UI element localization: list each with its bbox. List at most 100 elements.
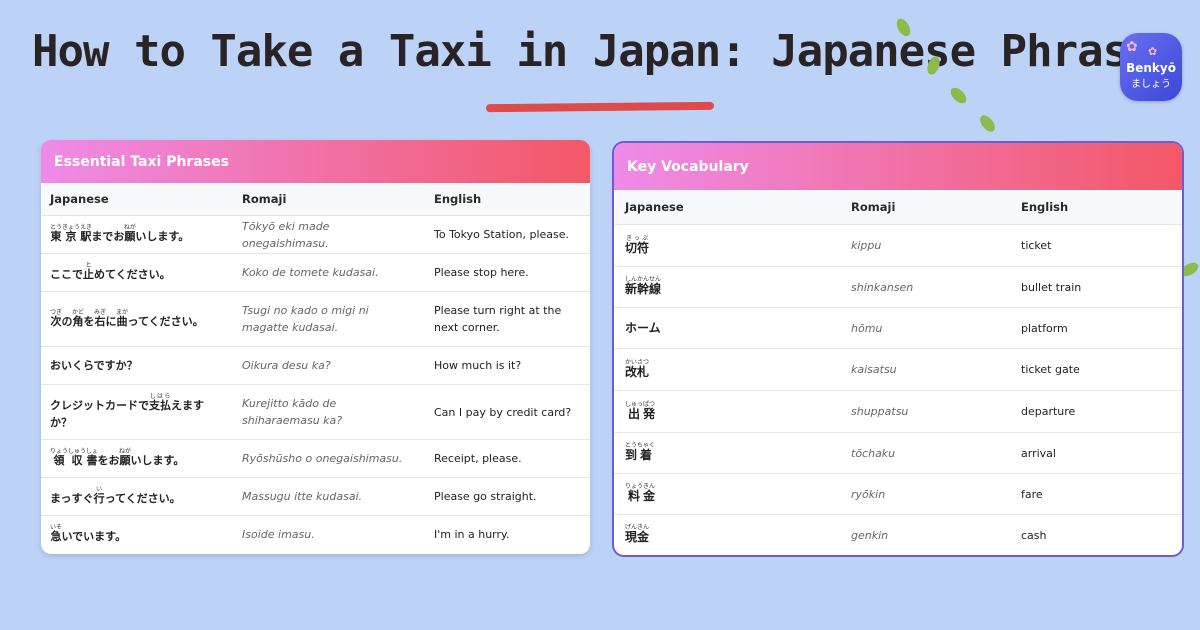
column-header-romaji: Romaji bbox=[233, 183, 425, 216]
furigana-segment: 出しゅっ bbox=[625, 400, 644, 421]
furigana-segment: 次つぎ bbox=[50, 308, 63, 328]
logo-brand: Benkyō bbox=[1126, 61, 1176, 75]
furigana-segment: 新しん bbox=[625, 276, 638, 296]
kana-segment: いします。 bbox=[130, 454, 185, 467]
english-cell: fare bbox=[1010, 473, 1182, 515]
kana-segment: の bbox=[61, 314, 73, 328]
vocabulary-card: Key Vocabulary Japanese Romaji English 切… bbox=[614, 143, 1182, 555]
japanese-cell: 現げん金きん bbox=[614, 515, 840, 556]
table-row: 出しゅっ発ぱつ shuppatsu departure bbox=[614, 390, 1182, 433]
romaji-cell: Isoide imasu. bbox=[242, 528, 315, 542]
japanese-cell: 改かい札さつ bbox=[614, 348, 840, 391]
japanese-cell: ホーム bbox=[614, 307, 840, 349]
romaji-cell: kippu bbox=[840, 224, 1010, 267]
cherry-blossom-icon: ✿ bbox=[1126, 39, 1138, 55]
benkyo-logo[interactable]: ✿ ✿ Benkyō ましょう bbox=[1120, 33, 1182, 101]
table-row: 現げん金きん genkin cash bbox=[614, 515, 1182, 556]
romaji-cell: shinkansen bbox=[840, 266, 1010, 308]
furigana-segment: 着ちゃく bbox=[637, 442, 656, 462]
furigana-segment: 右みぎ bbox=[94, 308, 107, 328]
table-row: 到とう着ちゃく tōchaku arrival bbox=[614, 432, 1182, 474]
english-cell: To Tokyo Station, please. bbox=[425, 215, 590, 254]
japanese-cell: 東とう京きょう駅えきまでお願ねがいします。 bbox=[41, 215, 233, 254]
japanese-cell: クレジットカードで支払しはらえますか？ bbox=[41, 384, 233, 440]
leaf-decoration bbox=[947, 84, 970, 107]
romaji-cell: Kurejitto kādo de shiharaemasu ka? bbox=[233, 384, 425, 440]
kana-segment: ってください。 bbox=[127, 314, 204, 328]
furigana-segment: 改かい bbox=[625, 358, 638, 379]
kana-segment: ホーム bbox=[625, 320, 661, 335]
romaji-cell: Tōkyō eki made onegaishimasu. bbox=[233, 215, 425, 254]
furigana-segment: 急いそ bbox=[50, 524, 63, 544]
phrases-table-body: 東とう京きょう駅えきまでお願ねがいします。 Tōkyō eki made oneg… bbox=[41, 215, 590, 554]
english-cell: platform bbox=[1010, 307, 1182, 349]
furigana-segment: 書しょ bbox=[86, 448, 99, 467]
japanese-cell: おいくらですか？ bbox=[41, 346, 233, 385]
english-cell: How much is it? bbox=[425, 346, 590, 385]
japanese-cell: 出しゅっ発ぱつ bbox=[614, 390, 840, 433]
table-row: おいくらですか？ Oikura desu ka? How much is it? bbox=[41, 346, 590, 385]
japanese-cell: 急いそいでいます。 bbox=[41, 516, 233, 554]
japanese-cell: 料りょう金きん bbox=[614, 473, 840, 515]
romaji-cell: Koko de tomete kudasai. bbox=[233, 253, 425, 292]
english-cell: bullet train bbox=[1010, 266, 1182, 308]
english-cell: cash bbox=[1021, 528, 1047, 542]
logo-subtitle: ましょう bbox=[1131, 79, 1171, 90]
kana-segment: めてください。 bbox=[94, 268, 171, 281]
english-cell: Please go straight. bbox=[425, 477, 590, 516]
table-row: 切符きっぷ kippu ticket bbox=[614, 224, 1182, 267]
kana-segment: お bbox=[113, 230, 125, 243]
kana-segment: を bbox=[83, 314, 95, 328]
japanese-cell: 新しん幹かん線せん bbox=[614, 266, 840, 308]
furigana-segment: 曲まが bbox=[116, 308, 129, 328]
phrases-card: Essential Taxi Phrases Japanese Romaji E… bbox=[41, 140, 590, 554]
english-cell: ticket gate bbox=[1010, 348, 1182, 391]
table-row: まっすぐ行いってください。 Massugu itte kudasai. Please… bbox=[41, 477, 590, 516]
furigana-segment: 止と bbox=[83, 262, 94, 281]
english-cell: Receipt, please. bbox=[425, 439, 590, 478]
kana-segment: おいくらですか？ bbox=[50, 359, 138, 372]
romaji-cell: Oikura desu ka? bbox=[233, 346, 425, 385]
table-row: クレジットカードで支払しはらえますか？ Kurejitto kādo de shi… bbox=[41, 384, 590, 440]
kana-segment: クレジットカードで bbox=[50, 399, 149, 412]
kana-segment: いでいます。 bbox=[61, 530, 127, 544]
table-row: 新しん幹かん線せん shinkansen bullet train bbox=[614, 266, 1182, 308]
table-row: 東とう京きょう駅えきまでお願ねがいします。 Tōkyō eki made oneg… bbox=[41, 215, 590, 254]
japanese-cell: 切符きっぷ bbox=[614, 224, 840, 267]
furigana-segment: 金きん bbox=[637, 524, 650, 545]
furigana-segment: 幹かん bbox=[637, 276, 650, 296]
kana-segment: お bbox=[108, 454, 120, 467]
table-row: 領りょう収しゅう書しょをお願ねがいします。 Ryōshūsho o onegais… bbox=[41, 439, 590, 478]
column-header-japanese: Japanese bbox=[41, 183, 233, 216]
furigana-segment: 線せん bbox=[649, 276, 662, 296]
page-title: How to Take a Taxi in Japan: Japanese Ph… bbox=[32, 26, 1180, 77]
kana-segment: に bbox=[105, 314, 117, 328]
furigana-segment: 願ねが bbox=[123, 224, 136, 243]
japanese-cell: 到とう着ちゃく bbox=[614, 432, 840, 474]
furigana-segment: 現げん bbox=[625, 524, 638, 545]
furigana-segment: 切符きっぷ bbox=[625, 234, 650, 255]
kana-segment: ここで bbox=[50, 268, 83, 281]
table-row: 改かい札さつ kaisatsu ticket gate bbox=[614, 348, 1182, 391]
column-header-romaji: Romaji bbox=[840, 190, 1010, 225]
furigana-segment: 到とう bbox=[625, 442, 638, 462]
furigana-segment: 金きん bbox=[643, 483, 656, 503]
column-header-japanese: Japanese bbox=[614, 190, 840, 225]
english-cell: arrival bbox=[1010, 432, 1182, 474]
kana-segment: を bbox=[97, 454, 109, 467]
romaji-cell: genkin bbox=[851, 528, 889, 542]
japanese-cell: 領りょう収しゅう書しょをお願ねがいします。 bbox=[41, 439, 233, 478]
japanese-cell: まっすぐ行いってください。 bbox=[41, 477, 233, 516]
table-row: ホーム hōmu platform bbox=[614, 307, 1182, 349]
kana-segment: いします。 bbox=[135, 230, 190, 243]
phrases-card-header: Essential Taxi Phrases bbox=[41, 140, 590, 183]
english-cell: Can I pay by credit card? bbox=[425, 384, 590, 440]
english-cell: Please turn right at the next corner. bbox=[425, 291, 590, 347]
romaji-cell: ryōkin bbox=[840, 473, 1010, 515]
kana-segment: まで bbox=[91, 230, 114, 243]
japanese-cell: ここで止とめてください。 bbox=[41, 253, 233, 292]
column-header-english: English bbox=[1010, 190, 1182, 225]
kana-segment: ってください。 bbox=[104, 492, 181, 505]
romaji-cell: tōchaku bbox=[840, 432, 1010, 474]
furigana-segment: 駅えき bbox=[80, 224, 92, 243]
